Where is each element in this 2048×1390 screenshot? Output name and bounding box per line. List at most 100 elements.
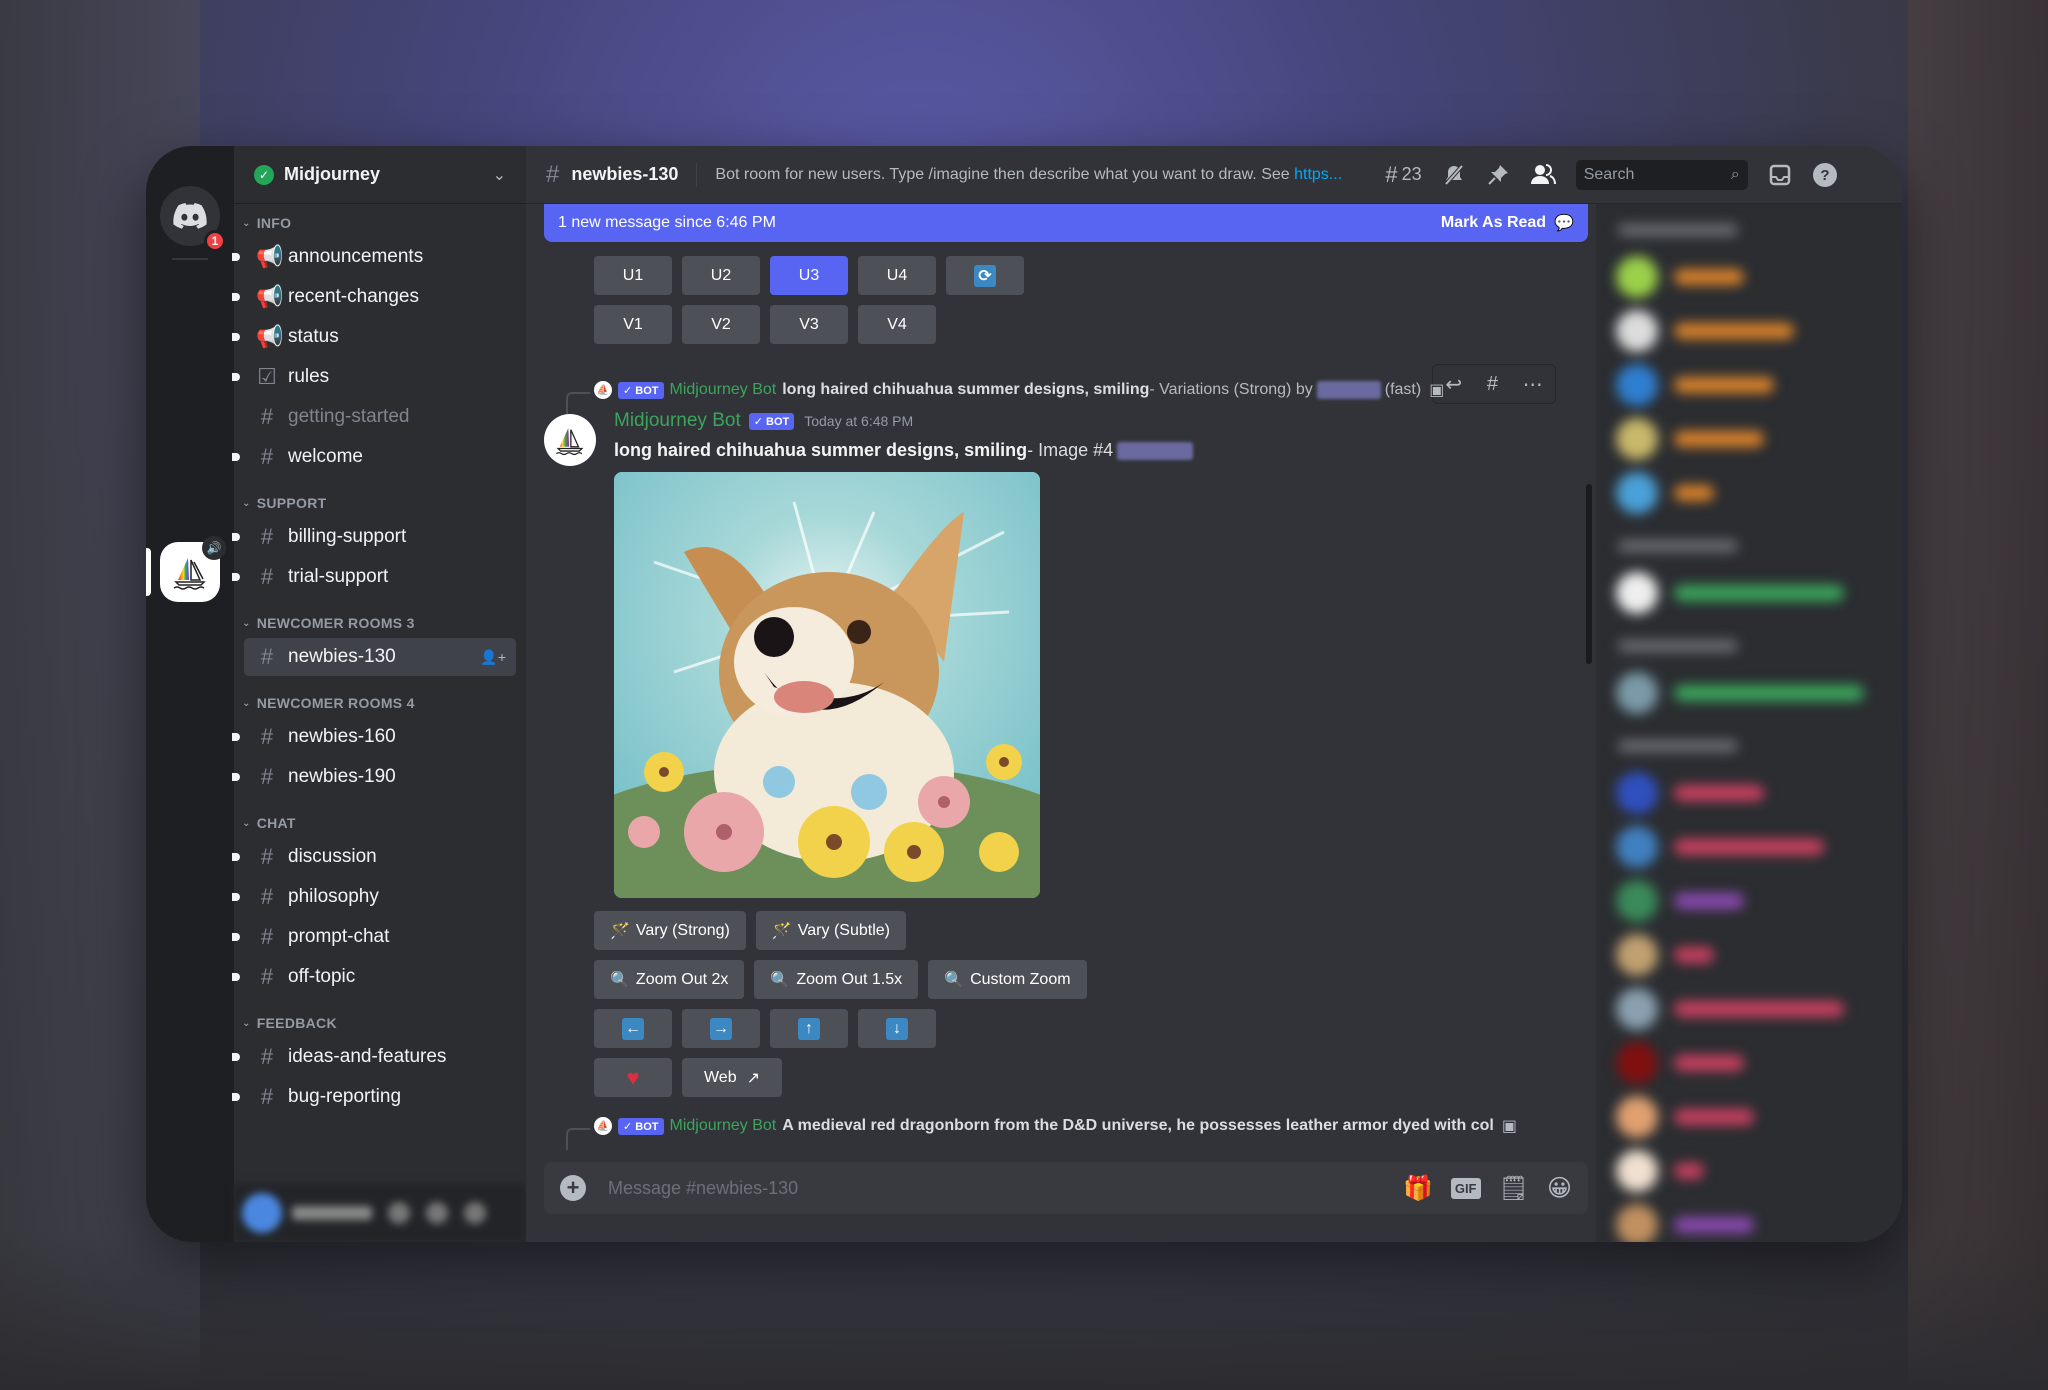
channel-newbies-190[interactable]: # newbies-190 bbox=[232, 758, 516, 796]
pan-up-button[interactable]: ↑ bbox=[770, 1009, 848, 1048]
topic-link[interactable]: https... bbox=[1294, 166, 1342, 183]
category-header[interactable]: ⌄ NEWCOMER ROOMS 3 bbox=[234, 610, 526, 636]
inbox-icon[interactable] bbox=[1768, 163, 1792, 187]
category-header[interactable]: ⌄ INFO bbox=[234, 210, 526, 236]
category-header[interactable]: ⌄ CHAT bbox=[234, 810, 526, 836]
channel-newbies-130[interactable]: # newbies-130 👤+ bbox=[244, 638, 516, 676]
settings-icon[interactable] bbox=[464, 1202, 486, 1224]
invite-member-icon[interactable]: 👤+ bbox=[480, 649, 506, 666]
member-item[interactable] bbox=[1596, 982, 1902, 1036]
category-chevron-icon: ⌄ bbox=[242, 617, 251, 629]
channel-getting-started[interactable]: # getting-started bbox=[244, 398, 516, 436]
channel-newbies-160[interactable]: # newbies-160 bbox=[232, 718, 516, 756]
user-avatar[interactable] bbox=[242, 1193, 282, 1233]
member-item[interactable] bbox=[1596, 466, 1902, 520]
member-item[interactable] bbox=[1596, 928, 1902, 982]
member-item[interactable] bbox=[1596, 766, 1902, 820]
reply-reference[interactable]: ⛵ ✓ BOT Midjourney Bot long haired chihu… bbox=[594, 380, 1444, 400]
channel-status[interactable]: 📢 status bbox=[232, 318, 516, 356]
next-reply-reference[interactable]: ⛵ ✓ BOT Midjourney Bot A medieval red dr… bbox=[594, 1116, 1517, 1136]
upscale-button-u3[interactable]: U3 bbox=[770, 256, 848, 295]
channel-prompt-chat[interactable]: # prompt-chat bbox=[232, 918, 516, 956]
new-messages-bar[interactable]: 1 new message since 6:46 PM Mark As Read… bbox=[544, 204, 1588, 242]
message-input[interactable] bbox=[608, 1177, 1385, 1199]
member-item[interactable] bbox=[1596, 250, 1902, 304]
search-input[interactable]: Search ⌕ bbox=[1575, 159, 1748, 190]
custom-zoom-button[interactable]: 🔍 Custom Zoom bbox=[928, 960, 1087, 999]
member-item[interactable] bbox=[1596, 1144, 1902, 1198]
channel-announcements[interactable]: 📢 announcements bbox=[232, 238, 516, 276]
direct-messages-button[interactable]: 1 bbox=[160, 186, 226, 252]
channel-topic[interactable]: Bot room for new users. Type /imagine th… bbox=[715, 166, 1363, 184]
variation-button-v1[interactable]: V1 bbox=[594, 305, 672, 344]
variation-button-v3[interactable]: V3 bbox=[770, 305, 848, 344]
member-item[interactable] bbox=[1596, 874, 1902, 928]
member-item[interactable] bbox=[1596, 358, 1902, 412]
help-icon[interactable]: ? bbox=[1812, 162, 1838, 188]
generated-image[interactable] bbox=[614, 472, 1040, 898]
reply-icon[interactable]: ↩ bbox=[1445, 372, 1462, 397]
chevron-down-icon[interactable]: ⌄ bbox=[493, 165, 506, 185]
variation-button-v4[interactable]: V4 bbox=[858, 305, 936, 344]
channel-off-topic[interactable]: # off-topic bbox=[232, 958, 516, 996]
threads-button[interactable]: #23 bbox=[1385, 162, 1421, 188]
gif-button[interactable]: GIF bbox=[1450, 1177, 1481, 1199]
pan-right-button[interactable]: → bbox=[682, 1009, 760, 1048]
mute-bell-icon[interactable] bbox=[1442, 163, 1466, 187]
zoom-out-2x-button[interactable]: 🔍 Zoom Out 2x bbox=[594, 960, 745, 999]
upscale-button-u1[interactable]: U1 bbox=[594, 256, 672, 295]
zoom-out-1-5x-label: Zoom Out 1.5x bbox=[796, 970, 903, 988]
vary-strong-button[interactable]: 🪄 Vary (Strong) bbox=[594, 911, 746, 950]
emoji-icon[interactable]: 😀 bbox=[1547, 1174, 1572, 1203]
vary-subtle-button[interactable]: 🪄 Vary (Subtle) bbox=[755, 911, 906, 950]
member-item[interactable] bbox=[1596, 666, 1902, 720]
more-options-icon[interactable]: ⋯ bbox=[1523, 372, 1543, 397]
extra-button-row: ♥ Web ↗ bbox=[594, 1058, 782, 1097]
channel-discussion[interactable]: # discussion bbox=[232, 838, 516, 876]
channel-ideas-and-features[interactable]: # ideas-and-features bbox=[232, 1038, 516, 1076]
sticker-icon[interactable]: 🗒 bbox=[1499, 1174, 1529, 1203]
member-item[interactable] bbox=[1596, 412, 1902, 466]
author-avatar[interactable] bbox=[544, 414, 596, 466]
mic-icon[interactable] bbox=[388, 1202, 410, 1224]
channel-list: ⌄ INFO 📢 announcements 📢 recent-changes 📢 statu… bbox=[232, 204, 526, 1116]
member-list-icon[interactable] bbox=[1530, 163, 1556, 187]
member-item[interactable] bbox=[1596, 304, 1902, 358]
pan-down-button[interactable]: ↓ bbox=[858, 1009, 936, 1048]
scrollbar[interactable] bbox=[1586, 484, 1592, 664]
add-attachment-button[interactable]: + bbox=[560, 1175, 586, 1201]
member-item[interactable] bbox=[1596, 1198, 1902, 1242]
channel-bug-reporting[interactable]: # bug-reporting bbox=[232, 1078, 516, 1116]
channel-philosophy[interactable]: # philosophy bbox=[232, 878, 516, 916]
pan-left-button[interactable]: ← bbox=[594, 1009, 672, 1048]
category-header[interactable]: ⌄ FEEDBACK bbox=[234, 1010, 526, 1036]
server-header[interactable]: ✓ Midjourney ⌄ bbox=[234, 146, 526, 204]
category-header[interactable]: ⌄ SUPPORT bbox=[234, 490, 526, 516]
gift-icon[interactable]: 🎁 bbox=[1403, 1174, 1433, 1203]
favorite-button[interactable]: ♥ bbox=[594, 1058, 672, 1097]
upscale-button-u4[interactable]: U4 bbox=[858, 256, 936, 295]
upscale-button-u2[interactable]: U2 bbox=[682, 256, 760, 295]
pin-icon[interactable] bbox=[1486, 163, 1510, 187]
channel-welcome[interactable]: # welcome bbox=[232, 438, 516, 476]
channel-billing-support[interactable]: # billing-support bbox=[232, 518, 516, 556]
zoom-out-1-5x-button[interactable]: 🔍 Zoom Out 1.5x bbox=[754, 960, 919, 999]
headphones-icon[interactable] bbox=[426, 1202, 448, 1224]
channel-rules[interactable]: ☑ rules bbox=[232, 358, 516, 396]
category-header[interactable]: ⌄ NEWCOMER ROOMS 4 bbox=[234, 690, 526, 716]
channel-trial-support[interactable]: # trial-support bbox=[232, 558, 516, 596]
midjourney-server-icon[interactable]: 🔊 bbox=[160, 536, 226, 602]
message-author[interactable]: Midjourney Bot bbox=[614, 410, 741, 432]
mark-as-read-button[interactable]: Mark As Read bbox=[1441, 214, 1546, 232]
member-item[interactable] bbox=[1596, 1090, 1902, 1144]
redacted-mention bbox=[1117, 441, 1194, 460]
web-button[interactable]: Web ↗ bbox=[682, 1058, 782, 1097]
channel-recent-changes[interactable]: 📢 recent-changes bbox=[232, 278, 516, 316]
variation-button-v2[interactable]: V2 bbox=[682, 305, 760, 344]
reroll-button[interactable]: ⟳ bbox=[946, 256, 1024, 295]
member-item[interactable] bbox=[1596, 566, 1902, 620]
create-thread-icon[interactable]: # bbox=[1487, 373, 1498, 396]
member-item[interactable] bbox=[1596, 820, 1902, 874]
member-item[interactable] bbox=[1596, 1036, 1902, 1090]
bot-tag: ✓ BOT bbox=[618, 1117, 664, 1135]
